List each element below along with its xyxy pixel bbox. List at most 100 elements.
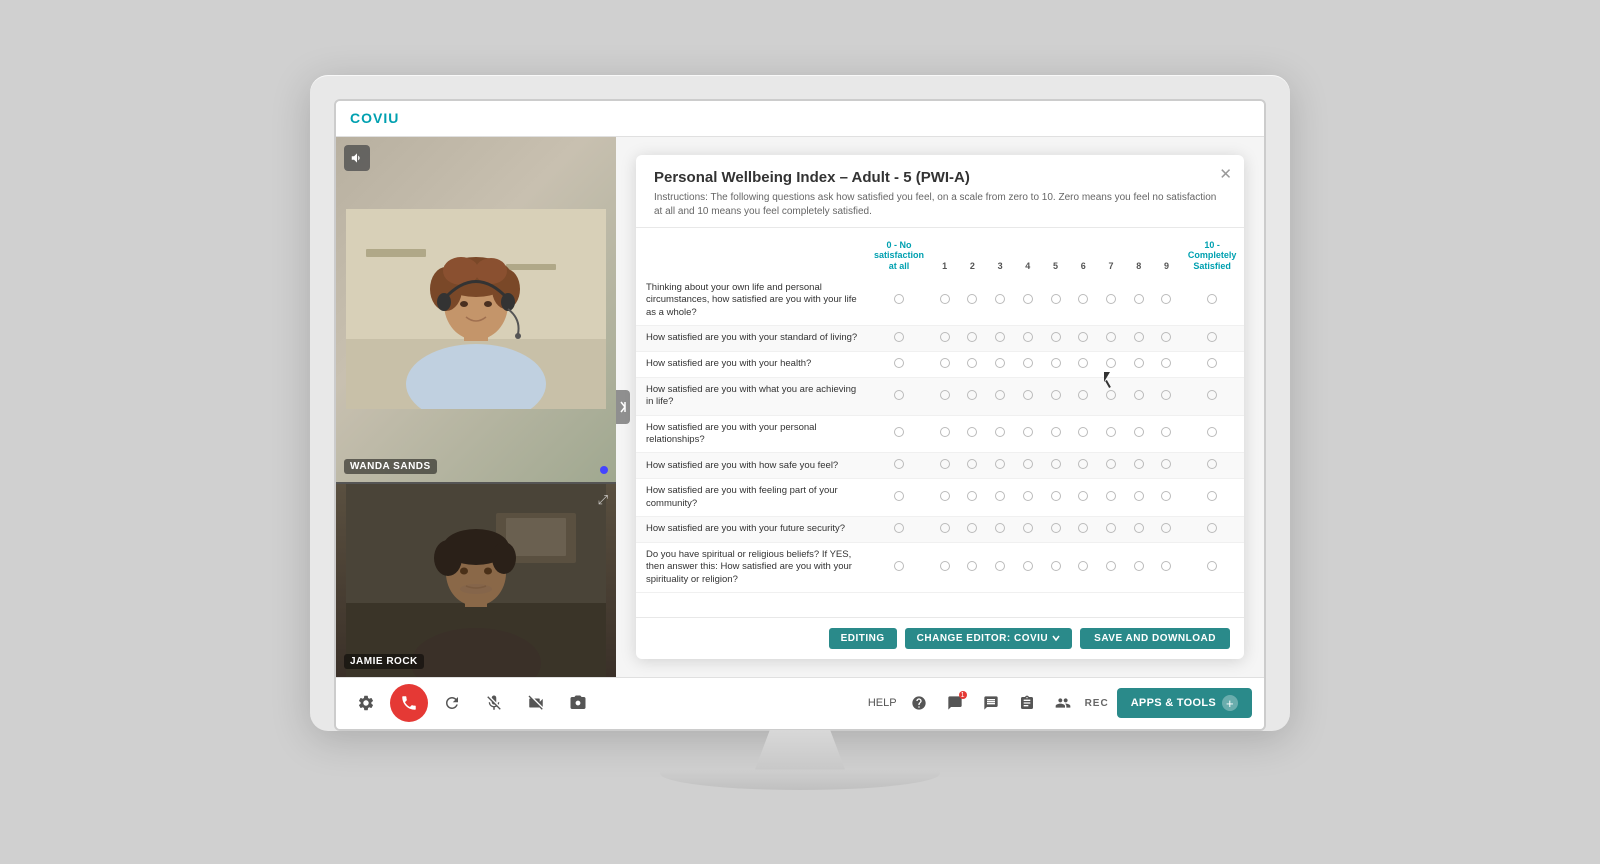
radio-cell-4-8[interactable] <box>1125 415 1153 453</box>
radio-cell-0-3[interactable] <box>986 276 1014 326</box>
radio-cell-0-0[interactable] <box>867 276 931 326</box>
radio-option[interactable] <box>1106 427 1116 437</box>
radio-cell-4-10[interactable] <box>1180 415 1244 453</box>
radio-cell-0-6[interactable] <box>1069 276 1097 326</box>
radio-option[interactable] <box>940 427 950 437</box>
radio-option[interactable] <box>1161 459 1171 469</box>
radio-option[interactable] <box>940 491 950 501</box>
radio-cell-3-1[interactable] <box>931 377 959 415</box>
radio-option[interactable] <box>940 561 950 571</box>
radio-cell-3-8[interactable] <box>1125 377 1153 415</box>
radio-cell-6-7[interactable] <box>1097 479 1125 517</box>
radio-option[interactable] <box>1161 358 1171 368</box>
radio-option[interactable] <box>967 523 977 533</box>
radio-cell-4-4[interactable] <box>1014 415 1042 453</box>
radio-option[interactable] <box>894 358 904 368</box>
radio-cell-1-1[interactable] <box>931 325 959 351</box>
radio-option[interactable] <box>1078 491 1088 501</box>
radio-cell-8-6[interactable] <box>1069 542 1097 592</box>
radio-cell-2-7[interactable] <box>1097 351 1125 377</box>
radio-cell-8-0[interactable] <box>867 542 931 592</box>
radio-cell-7-9[interactable] <box>1153 516 1181 542</box>
radio-option[interactable] <box>940 294 950 304</box>
change-editor-button[interactable]: CHANGE EDITOR: COVIU <box>905 628 1073 649</box>
apps-tools-button[interactable]: APPS & TOOLS + <box>1117 688 1252 718</box>
radio-option[interactable] <box>894 427 904 437</box>
radio-cell-6-5[interactable] <box>1042 479 1070 517</box>
radio-cell-0-4[interactable] <box>1014 276 1042 326</box>
radio-cell-2-0[interactable] <box>867 351 931 377</box>
radio-option[interactable] <box>1051 358 1061 368</box>
radio-option[interactable] <box>1161 523 1171 533</box>
radio-cell-1-4[interactable] <box>1014 325 1042 351</box>
radio-option[interactable] <box>1134 459 1144 469</box>
radio-cell-5-0[interactable] <box>867 453 931 479</box>
radio-option[interactable] <box>1051 561 1061 571</box>
radio-cell-2-6[interactable] <box>1069 351 1097 377</box>
radio-option[interactable] <box>1078 561 1088 571</box>
radio-cell-4-1[interactable] <box>931 415 959 453</box>
radio-cell-1-3[interactable] <box>986 325 1014 351</box>
panel-toggle-button[interactable] <box>616 390 630 424</box>
radio-cell-1-0[interactable] <box>867 325 931 351</box>
rotate-button[interactable] <box>434 685 470 721</box>
radio-cell-1-2[interactable] <box>958 325 986 351</box>
screenshot-button[interactable] <box>560 685 596 721</box>
mic-mute-button[interactable] <box>476 685 512 721</box>
radio-cell-8-1[interactable] <box>931 542 959 592</box>
radio-option[interactable] <box>894 561 904 571</box>
radio-option[interactable] <box>1207 294 1217 304</box>
radio-option[interactable] <box>1078 523 1088 533</box>
radio-option[interactable] <box>967 427 977 437</box>
radio-cell-5-5[interactable] <box>1042 453 1070 479</box>
radio-option[interactable] <box>1106 358 1116 368</box>
radio-option[interactable] <box>894 459 904 469</box>
radio-option[interactable] <box>1161 491 1171 501</box>
radio-cell-8-10[interactable] <box>1180 542 1244 592</box>
notes-button[interactable] <box>1013 689 1041 717</box>
radio-option[interactable] <box>967 459 977 469</box>
radio-option[interactable] <box>1207 358 1217 368</box>
radio-cell-5-1[interactable] <box>931 453 959 479</box>
radio-option[interactable] <box>1106 523 1116 533</box>
radio-option[interactable] <box>940 390 950 400</box>
radio-option[interactable] <box>1207 390 1217 400</box>
radio-cell-8-3[interactable] <box>986 542 1014 592</box>
radio-option[interactable] <box>1078 294 1088 304</box>
radio-cell-7-4[interactable] <box>1014 516 1042 542</box>
save-download-button[interactable]: SAVE AND DOWNLOAD <box>1080 628 1230 649</box>
radio-cell-1-10[interactable] <box>1180 325 1244 351</box>
radio-cell-4-0[interactable] <box>867 415 931 453</box>
radio-option[interactable] <box>1134 358 1144 368</box>
radio-cell-1-7[interactable] <box>1097 325 1125 351</box>
radio-option[interactable] <box>995 332 1005 342</box>
radio-option[interactable] <box>995 294 1005 304</box>
radio-cell-5-4[interactable] <box>1014 453 1042 479</box>
radio-cell-4-6[interactable] <box>1069 415 1097 453</box>
radio-option[interactable] <box>1161 294 1171 304</box>
radio-cell-2-2[interactable] <box>958 351 986 377</box>
radio-option[interactable] <box>1134 491 1144 501</box>
radio-option[interactable] <box>1161 332 1171 342</box>
chat-button[interactable]: 1 <box>941 689 969 717</box>
radio-option[interactable] <box>1106 491 1116 501</box>
radio-option[interactable] <box>1023 332 1033 342</box>
radio-cell-8-8[interactable] <box>1125 542 1153 592</box>
radio-cell-7-10[interactable] <box>1180 516 1244 542</box>
video-sound-button[interactable] <box>344 145 370 171</box>
radio-option[interactable] <box>894 294 904 304</box>
radio-cell-7-5[interactable] <box>1042 516 1070 542</box>
radio-option[interactable] <box>1106 561 1116 571</box>
radio-cell-5-3[interactable] <box>986 453 1014 479</box>
radio-option[interactable] <box>940 523 950 533</box>
radio-option[interactable] <box>1207 561 1217 571</box>
radio-cell-5-10[interactable] <box>1180 453 1244 479</box>
radio-cell-3-4[interactable] <box>1014 377 1042 415</box>
radio-option[interactable] <box>967 332 977 342</box>
radio-option[interactable] <box>967 294 977 304</box>
radio-option[interactable] <box>1023 294 1033 304</box>
radio-option[interactable] <box>1161 427 1171 437</box>
radio-option[interactable] <box>1078 332 1088 342</box>
radio-option[interactable] <box>1051 523 1061 533</box>
radio-cell-3-5[interactable] <box>1042 377 1070 415</box>
